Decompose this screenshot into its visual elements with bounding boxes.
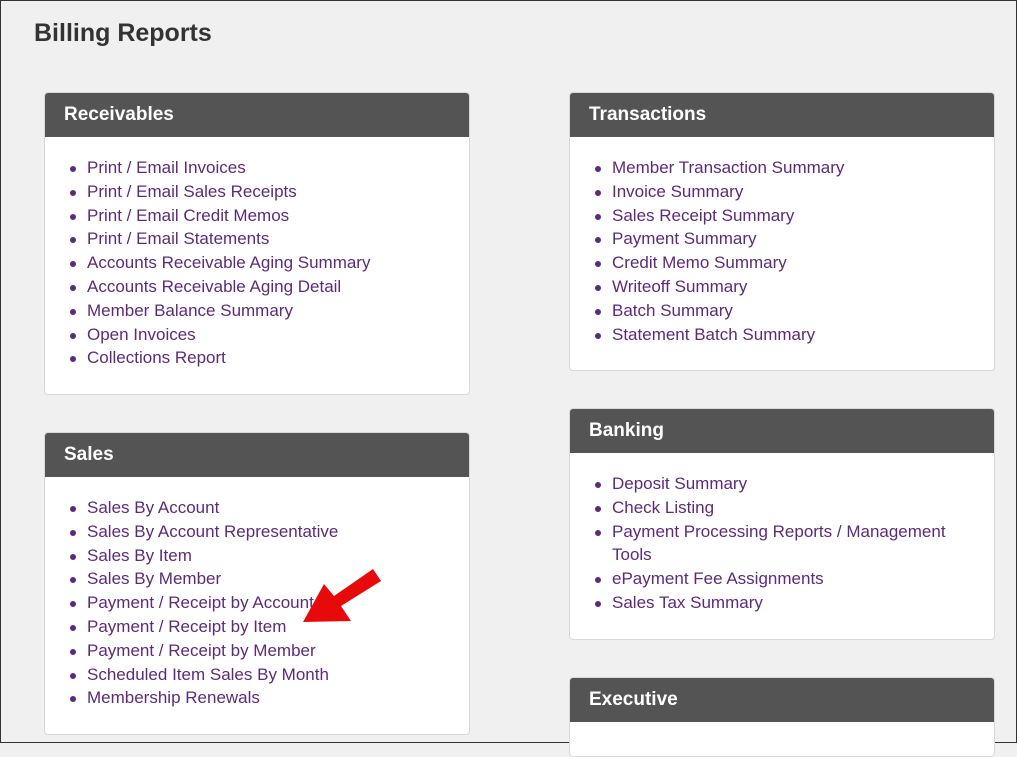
report-link[interactable]: Print / Email Invoices	[70, 156, 469, 180]
red-arrow-annotation	[303, 569, 381, 622]
sales-report-list: Sales By Account Sales By Account Represe…	[45, 477, 469, 710]
report-link[interactable]: Scheduled Item Sales By Month	[70, 663, 469, 687]
report-link[interactable]: Credit Memo Summary	[595, 251, 994, 275]
report-link[interactable]: Accounts Receivable Aging Detail	[70, 275, 469, 299]
report-link[interactable]: Collections Report	[70, 346, 469, 370]
report-link[interactable]: Batch Summary	[595, 299, 994, 323]
report-link[interactable]: Payment / Receipt by Account	[70, 591, 469, 615]
banking-header: Banking	[570, 409, 994, 453]
executive-report-list	[570, 722, 994, 741]
receivables-header: Receivables	[45, 93, 469, 137]
receivables-report-list: Print / Email Invoices Print / Email Sale…	[45, 137, 469, 370]
report-link[interactable]: Sales By Member	[70, 567, 469, 591]
report-link[interactable]: Writeoff Summary	[595, 275, 994, 299]
report-link[interactable]: Payment / Receipt by Item	[70, 615, 469, 639]
executive-header: Executive	[570, 678, 994, 722]
report-link[interactable]: Sales By Item	[70, 544, 469, 568]
report-link[interactable]: Member Balance Summary	[70, 299, 469, 323]
transactions-report-list: Member Transaction Summary Invoice Summar…	[570, 137, 994, 346]
report-link[interactable]: ePayment Fee Assignments	[595, 567, 994, 591]
report-link[interactable]: Statement Batch Summary	[595, 323, 994, 347]
report-link[interactable]: Sales By Account	[70, 496, 469, 520]
sales-panel: Sales Sales By Account Sales By Account Re…	[44, 432, 470, 735]
sales-header: Sales	[45, 433, 469, 477]
report-link[interactable]: Sales By Account Representative	[70, 520, 469, 544]
executive-panel: Executive	[569, 677, 995, 757]
transactions-header: Transactions	[570, 93, 994, 137]
report-link[interactable]: Check Listing	[595, 496, 994, 520]
report-link[interactable]: Payment / Receipt by Member	[70, 639, 469, 663]
report-link[interactable]: Print / Email Credit Memos	[70, 204, 469, 228]
transactions-panel: Transactions Member Transaction Summary In…	[569, 92, 995, 371]
report-link[interactable]: Invoice Summary	[595, 180, 994, 204]
report-link[interactable]: Membership Renewals	[70, 686, 469, 710]
report-link[interactable]: Member Transaction Summary	[595, 156, 994, 180]
receivables-panel: Receivables Print / Email Invoices Print /…	[44, 92, 470, 395]
banking-panel: Banking Deposit Summary Check Listing Payme…	[569, 408, 995, 640]
report-link[interactable]: Sales Receipt Summary	[595, 204, 994, 228]
report-link[interactable]: Payment Summary	[595, 227, 994, 251]
page-title: Billing Reports	[34, 19, 212, 47]
report-link[interactable]: Sales Tax Summary	[595, 591, 994, 615]
report-link[interactable]: Deposit Summary	[595, 472, 994, 496]
report-link[interactable]: Accounts Receivable Aging Summary	[70, 251, 469, 275]
banking-report-list: Deposit Summary Check Listing Payment Proc…	[570, 453, 994, 615]
report-link[interactable]: Open Invoices	[70, 323, 469, 347]
report-link[interactable]: Print / Email Sales Receipts	[70, 180, 469, 204]
report-link[interactable]: Payment Processing Reports / Management …	[595, 520, 994, 568]
report-link[interactable]: Print / Email Statements	[70, 227, 469, 251]
